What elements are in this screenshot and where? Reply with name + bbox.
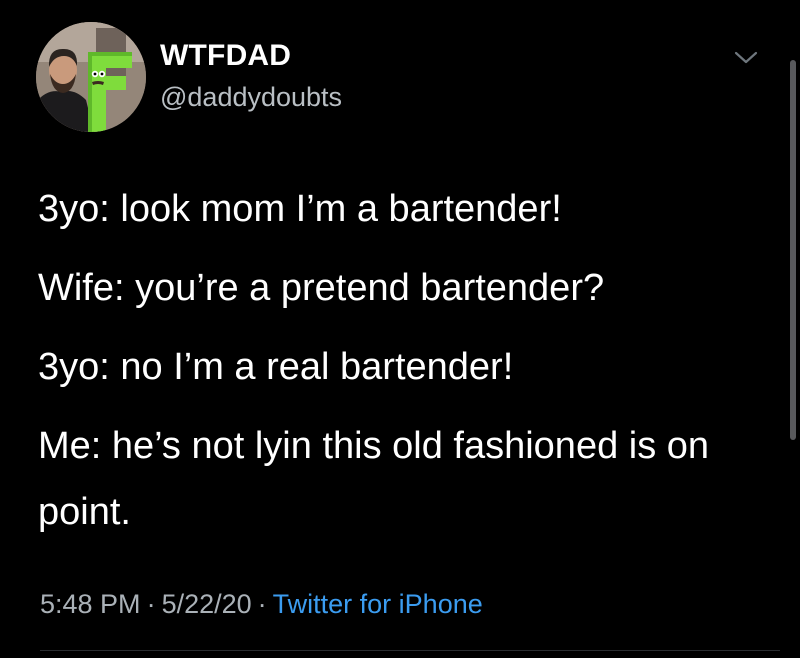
tweet-header: WTFDAD @daddydoubts (160, 38, 342, 114)
tweet-line: Me: he’s not lyin this old fashioned is … (38, 425, 710, 533)
tweet-metadata: 5:48 PM · 5/22/20 · Twitter for iPhone (40, 586, 483, 622)
tweet-line: 3yo: no I’m a real bartender! (38, 346, 514, 388)
avatar-image (36, 22, 146, 132)
scrollbar[interactable] (790, 60, 796, 440)
avatar[interactable] (36, 22, 146, 132)
chevron-down-icon[interactable] (732, 48, 760, 68)
meta-separator: · (146, 589, 156, 619)
author-handle[interactable]: @daddydoubts (160, 80, 342, 114)
divider (40, 650, 780, 651)
tweet-line: Wife: you’re a pretend bartender? (38, 267, 605, 309)
tweet-line: 3yo: look mom I’m a bartender! (38, 188, 562, 230)
tweet-time[interactable]: 5:48 PM (40, 589, 141, 619)
tweet: WTFDAD @daddydoubts 3yo: look mom I’m a … (0, 0, 800, 658)
meta-separator: · (257, 589, 267, 619)
author-display-name[interactable]: WTFDAD (160, 38, 342, 74)
tweet-date[interactable]: 5/22/20 (162, 589, 252, 619)
tweet-text: 3yo: look mom I’m a bartender! Wife: you… (38, 183, 778, 572)
tweet-source-link[interactable]: Twitter for iPhone (273, 589, 483, 619)
